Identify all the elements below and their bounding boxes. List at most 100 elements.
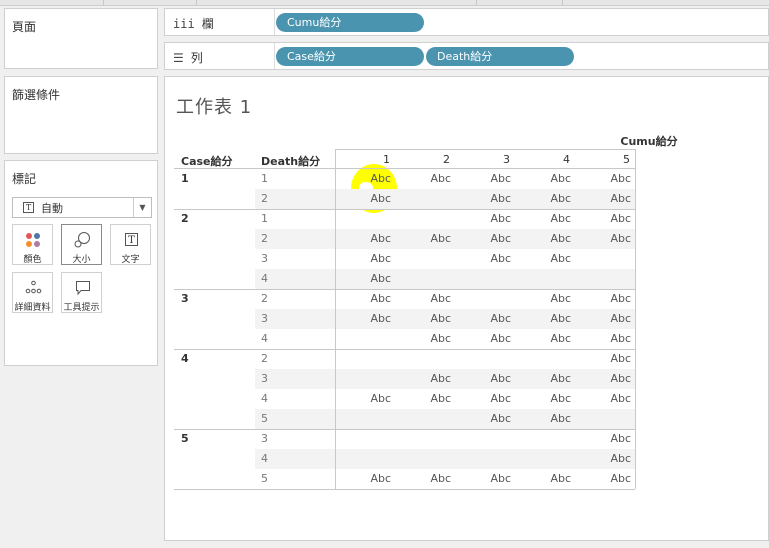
table-cell[interactable]: Abc (575, 332, 635, 345)
table-cell[interactable]: Abc (515, 312, 575, 325)
table-cell[interactable]: Abc (515, 172, 575, 185)
table-cell[interactable]: Abc (575, 312, 635, 325)
table-cell[interactable]: Abc (395, 372, 455, 385)
rows-shelf[interactable]: ☰ 列 Case給分 Death給分 (164, 42, 769, 70)
pages-card[interactable]: 頁面 (4, 8, 158, 69)
table-cell[interactable]: Abc (395, 392, 455, 405)
death-value[interactable]: 5 (261, 472, 268, 485)
table-cell[interactable]: Abc (455, 252, 515, 265)
death-value[interactable]: 1 (261, 212, 268, 225)
table-cell[interactable]: Abc (395, 292, 455, 305)
table-cell[interactable]: Abc (515, 392, 575, 405)
table-cell[interactable]: Abc (455, 412, 515, 425)
table-cell[interactable]: Abc (575, 212, 635, 225)
table-cell[interactable]: Abc (455, 232, 515, 245)
table-cell[interactable]: Abc (335, 472, 395, 485)
table-cell[interactable]: Abc (515, 192, 575, 205)
death-value[interactable]: 2 (261, 292, 268, 305)
table-cell[interactable]: Abc (455, 172, 515, 185)
table-cell[interactable]: Abc (515, 372, 575, 385)
pill-cumu[interactable]: Cumu給分 (276, 13, 424, 32)
case-value[interactable]: 3 (181, 292, 189, 305)
rows-icon: ☰ (173, 50, 184, 65)
case-value[interactable]: 2 (181, 212, 189, 225)
table-cell[interactable]: Abc (575, 232, 635, 245)
table-cell[interactable]: Abc (515, 232, 575, 245)
table-cell[interactable]: Abc (575, 452, 635, 465)
table-cell[interactable]: Abc (455, 392, 515, 405)
table-cell[interactable]: Abc (395, 312, 455, 325)
table-cell[interactable]: Abc (335, 312, 395, 325)
table-cell[interactable]: Abc (395, 172, 455, 185)
column-header-value[interactable]: 2 (395, 153, 455, 166)
death-value[interactable]: 3 (261, 432, 268, 445)
table-cell[interactable]: Abc (335, 392, 395, 405)
text-t-icon: T (111, 230, 150, 250)
table-cell[interactable]: Abc (335, 252, 395, 265)
case-value[interactable]: 1 (181, 172, 189, 185)
death-value[interactable]: 5 (261, 412, 268, 425)
death-value[interactable]: 3 (261, 372, 268, 385)
death-value[interactable]: 3 (261, 252, 268, 265)
detail-button[interactable]: 詳細資料 (12, 272, 53, 313)
table-cell[interactable]: Abc (455, 192, 515, 205)
table-cell[interactable]: Abc (575, 192, 635, 205)
table-cell[interactable]: Abc (515, 292, 575, 305)
death-value[interactable]: 4 (261, 332, 268, 345)
table-cell[interactable]: Abc (515, 412, 575, 425)
table-cell[interactable]: Abc (455, 332, 515, 345)
tooltip-button[interactable]: 工具提示 (61, 272, 102, 313)
death-value[interactable]: 4 (261, 452, 268, 465)
row-header-death[interactable]: Death給分 (261, 153, 320, 169)
table-cell[interactable]: Abc (575, 432, 635, 445)
table-cell[interactable]: Abc (335, 192, 395, 205)
row-header-case[interactable]: Case給分 (181, 153, 233, 169)
table-cell[interactable]: Abc (515, 332, 575, 345)
table-cell[interactable]: Abc (575, 292, 635, 305)
table-cell[interactable]: Abc (575, 372, 635, 385)
table-cell[interactable]: Abc (455, 312, 515, 325)
filters-card[interactable]: 篩選條件 (4, 76, 158, 154)
size-button[interactable]: 大小 (61, 224, 102, 265)
column-field-header[interactable]: Cumu給分 (499, 133, 769, 149)
table-cell[interactable]: Abc (335, 232, 395, 245)
table-cell[interactable]: Abc (395, 332, 455, 345)
table-cell[interactable]: Abc (575, 352, 635, 365)
table-cell[interactable]: Abc (575, 172, 635, 185)
table-cell[interactable]: Abc (515, 472, 575, 485)
death-value[interactable]: 3 (261, 312, 268, 325)
columns-shelf[interactable]: iii 欄 Cumu給分 (164, 8, 769, 36)
table-cell[interactable]: Abc (575, 472, 635, 485)
color-button[interactable]: 顏色 (12, 224, 53, 265)
death-value[interactable]: 2 (261, 232, 268, 245)
table-cell[interactable]: Abc (455, 472, 515, 485)
table-cell[interactable]: Abc (575, 392, 635, 405)
table-cell[interactable]: Abc (395, 232, 455, 245)
text-button[interactable]: T 文字 (110, 224, 151, 265)
chevron-down-icon[interactable]: ▼ (133, 198, 151, 217)
column-header-value[interactable]: 5 (575, 153, 635, 166)
death-value[interactable]: 1 (261, 172, 268, 185)
case-value[interactable]: 4 (181, 352, 189, 365)
mark-type-dropdown[interactable]: T 自動 ▼ (12, 197, 152, 218)
rows-shelf-label: ☰ 列 (173, 49, 203, 66)
table-cell[interactable]: Abc (455, 212, 515, 225)
table-cell[interactable]: Abc (335, 292, 395, 305)
death-value[interactable]: 2 (261, 192, 268, 205)
column-header-value[interactable]: 4 (515, 153, 575, 166)
death-value[interactable]: 4 (261, 272, 268, 285)
table-cell[interactable]: Abc (335, 172, 395, 185)
case-value[interactable]: 5 (181, 432, 189, 445)
row-band (255, 409, 635, 429)
death-value[interactable]: 4 (261, 392, 268, 405)
table-cell[interactable]: Abc (515, 252, 575, 265)
pill-case[interactable]: Case給分 (276, 47, 424, 66)
column-header-value[interactable]: 1 (335, 153, 395, 166)
table-cell[interactable]: Abc (515, 212, 575, 225)
column-header-value[interactable]: 3 (455, 153, 515, 166)
table-cell[interactable]: Abc (455, 372, 515, 385)
pill-death[interactable]: Death給分 (426, 47, 574, 66)
death-value[interactable]: 2 (261, 352, 268, 365)
table-cell[interactable]: Abc (335, 272, 395, 285)
table-cell[interactable]: Abc (395, 472, 455, 485)
